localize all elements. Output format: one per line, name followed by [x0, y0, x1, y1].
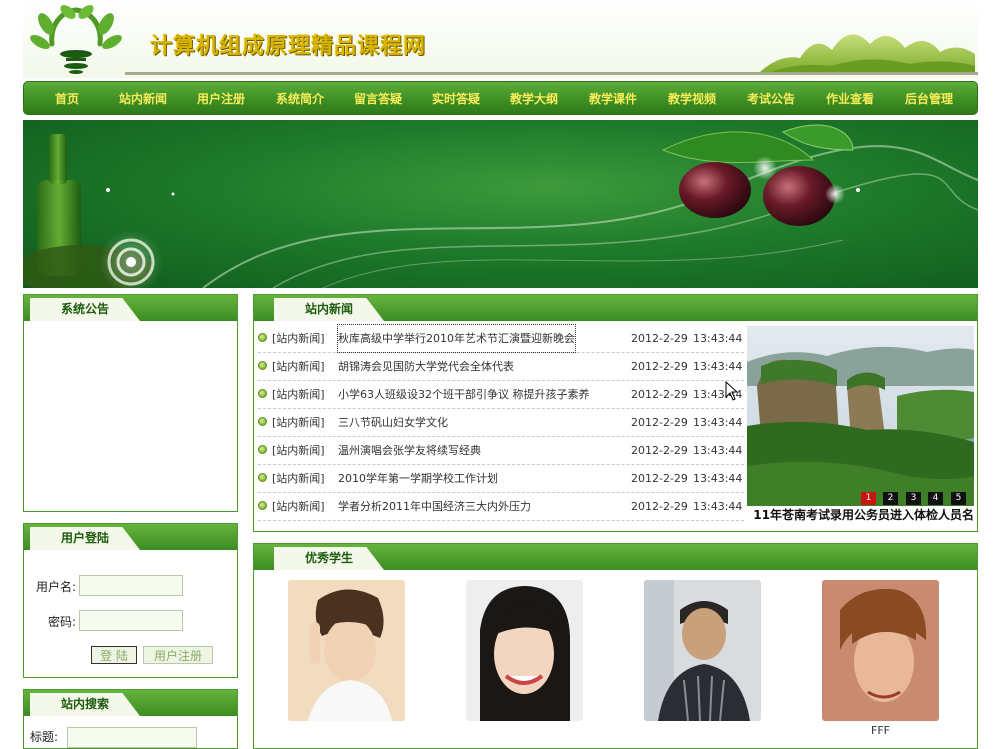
news-category: [站内新闻] — [272, 472, 325, 485]
bullet-icon — [258, 445, 267, 454]
student-photo[interactable] — [466, 580, 583, 721]
news-title-link[interactable]: 温州演唱会张学友将续写经典 — [338, 437, 481, 464]
search-panel-title: 站内搜索 — [30, 693, 140, 716]
news-row[interactable]: [站内新闻] 三八节矾山妇女学文化 2012-2-29 13:43:44 — [258, 409, 744, 437]
bullet-icon — [258, 333, 267, 342]
register-button[interactable]: 用户注册 — [143, 646, 213, 664]
news-date: 2012-2-29 — [631, 472, 688, 485]
bullet-icon — [258, 361, 267, 370]
nav-item-exam-notice[interactable]: 考试公告 — [747, 90, 795, 107]
news-category: [站内新闻] — [272, 388, 325, 401]
nav-item-live-qa[interactable]: 实时答疑 — [432, 90, 480, 107]
student-photo[interactable] — [644, 580, 761, 721]
search-input[interactable] — [67, 727, 197, 748]
news-panel-header: 站内新闻 — [254, 295, 977, 321]
news-title-link[interactable]: 三八节矾山妇女学文化 — [338, 409, 448, 436]
slideshow-image — [747, 326, 974, 506]
search-panel-header: 站内搜索 — [24, 690, 237, 716]
students-panel-title: 优秀学生 — [274, 547, 384, 570]
site-logo — [30, 5, 122, 74]
news-row[interactable]: [站内新闻] 小学63人班级设32个班干部引争议 称提升孩子素养 2012-2-… — [258, 381, 744, 409]
bullet-icon — [258, 501, 267, 510]
announcement-panel-title: 系统公告 — [30, 298, 140, 321]
login-panel-header: 用户登陆 — [24, 524, 237, 550]
news-date: 2012-2-29 — [631, 444, 688, 457]
news-slideshow[interactable]: 1 2 3 4 5 — [747, 326, 974, 506]
nav-item-homework[interactable]: 作业查看 — [826, 90, 874, 107]
nav-item-courseware[interactable]: 教学课件 — [589, 90, 637, 107]
nav-item-home[interactable]: 首页 — [55, 90, 79, 107]
announcement-panel-header: 系统公告 — [24, 295, 237, 321]
nav-item-about[interactable]: 系统简介 — [276, 90, 324, 107]
students-panel-header: 优秀学生 — [254, 544, 977, 570]
student-name: FFF — [871, 724, 890, 737]
mouse-cursor-icon — [725, 381, 739, 401]
news-date: 2012-2-29 — [631, 360, 688, 373]
slide-page-4[interactable]: 4 — [928, 492, 943, 505]
login-button[interactable]: 登 陆 — [91, 646, 137, 664]
news-date: 2012-2-29 — [631, 500, 688, 513]
slide-page-3[interactable]: 3 — [906, 492, 921, 505]
nav-item-video[interactable]: 教学视频 — [668, 90, 716, 107]
news-time: 13:43:44 — [693, 360, 743, 373]
password-input[interactable] — [79, 610, 183, 631]
banner-image — [23, 120, 978, 288]
news-row[interactable]: [站内新闻] 胡锦涛会见国防大学党代会全体代表 2012-2-29 13:43:… — [258, 353, 744, 381]
header-divider — [125, 72, 978, 75]
student-photo[interactable] — [822, 580, 939, 721]
username-input[interactable] — [79, 575, 183, 596]
news-time: 13:43:44 — [693, 416, 743, 429]
news-time: 13:43:44 — [693, 332, 743, 345]
news-category: [站内新闻] — [272, 444, 325, 457]
news-category: [站内新闻] — [272, 360, 325, 373]
news-title-link[interactable]: 秋库高级中学举行2010年艺术节汇演暨迎新晚会 — [337, 324, 576, 353]
news-row[interactable]: [站内新闻] 2010学年第一学期学校工作计划 2012-2-29 13:43:… — [258, 465, 744, 493]
password-label: 密码: — [48, 615, 77, 629]
login-panel-title: 用户登陆 — [30, 527, 140, 550]
news-row[interactable]: [站内新闻] 秋库高级中学举行2010年艺术节汇演暨迎新晚会 2012-2-29… — [258, 324, 744, 353]
news-time: 13:43:44 — [693, 472, 743, 485]
student-photo[interactable] — [288, 580, 405, 721]
search-title-label: 标题: — [30, 730, 59, 744]
slide-page-1[interactable]: 1 — [861, 492, 876, 505]
nav-item-register[interactable]: 用户注册 — [197, 90, 245, 107]
announcement-panel: 系统公告 — [23, 294, 238, 512]
slide-page-5[interactable]: 5 — [951, 492, 966, 505]
bullet-icon — [258, 389, 267, 398]
username-label: 用户名: — [36, 580, 77, 594]
news-panel: 站内新闻 [站内新闻] 秋库高级中学举行2010年艺术节汇演暨迎新晚会 2012… — [253, 294, 978, 532]
slide-page-2[interactable]: 2 — [883, 492, 898, 505]
news-title-link[interactable]: 2010学年第一学期学校工作计划 — [338, 465, 498, 492]
slideshow-caption[interactable]: 11年苍南考试录用公务员进入体检人员名 — [747, 506, 974, 524]
news-panel-title: 站内新闻 — [274, 298, 384, 321]
news-date: 2012-2-29 — [631, 332, 688, 345]
bullet-icon — [258, 473, 267, 482]
nav-item-syllabus[interactable]: 教学大纲 — [510, 90, 558, 107]
news-date: 2012-2-29 — [631, 416, 688, 429]
news-row[interactable]: [站内新闻] 温州演唱会张学友将续写经典 2012-2-29 13:43:44 — [258, 437, 744, 465]
bullet-icon — [258, 417, 267, 426]
login-panel: 用户登陆 用户名: 密码: 登 陆 用户注册 — [23, 523, 238, 678]
news-category: [站内新闻] — [272, 500, 325, 513]
news-title-link[interactable]: 学者分析2011年中国经济三大内外压力 — [338, 493, 531, 520]
header-trees-graphic — [760, 34, 975, 72]
nav-item-admin[interactable]: 后台管理 — [905, 90, 953, 107]
news-category: [站内新闻] — [272, 416, 325, 429]
news-time: 13:43:44 — [693, 444, 743, 457]
nav-item-news[interactable]: 站内新闻 — [119, 90, 167, 107]
news-date: 2012-2-29 — [631, 388, 688, 401]
news-time: 13:43:44 — [693, 500, 743, 513]
news-title-link[interactable]: 胡锦涛会见国防大学党代会全体代表 — [338, 353, 514, 380]
site-title: 计算机组成原理精品课程网 — [150, 33, 427, 59]
news-row[interactable]: [站内新闻] 学者分析2011年中国经济三大内外压力 2012-2-29 13:… — [258, 493, 744, 521]
main-nav: 首页 站内新闻 用户注册 系统简介 留言答疑 实时答疑 教学大纲 教学课件 教学… — [23, 81, 978, 115]
students-panel: 优秀学生 FFF — [253, 543, 978, 749]
nav-item-guestbook[interactable]: 留言答疑 — [354, 90, 402, 107]
news-category: [站内新闻] — [272, 332, 325, 345]
news-title-link[interactable]: 小学63人班级设32个班干部引争议 称提升孩子素养 — [338, 381, 590, 408]
search-panel: 站内搜索 标题: — [23, 689, 238, 749]
